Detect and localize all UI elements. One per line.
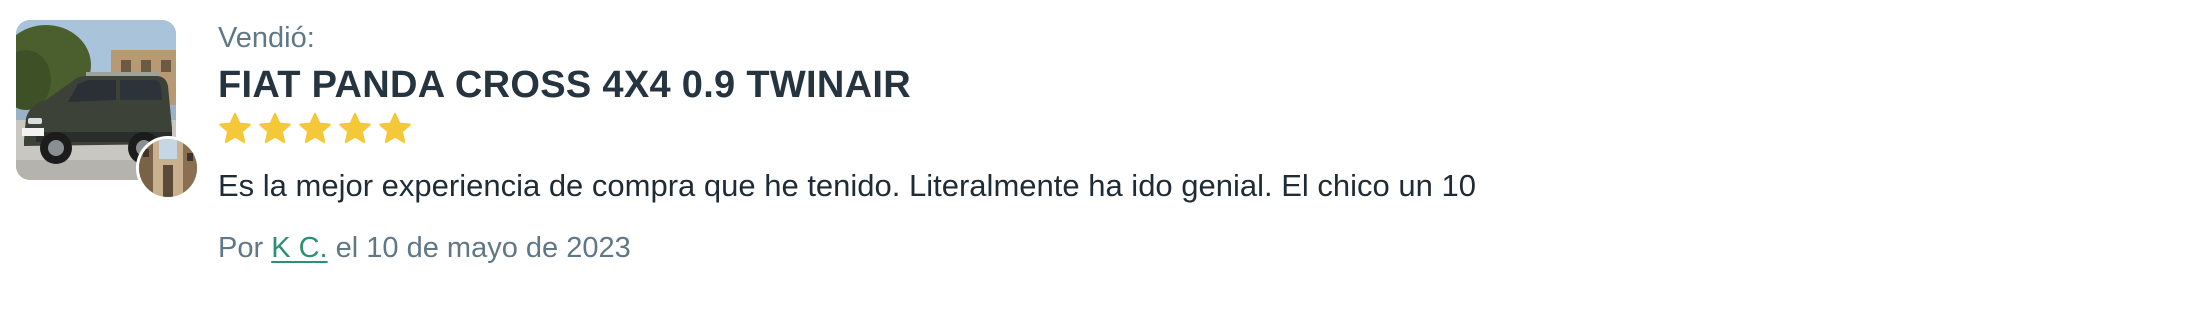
author-link[interactable]: K C. xyxy=(271,232,327,264)
byline-prefix: Por xyxy=(218,232,264,264)
star-icon xyxy=(258,112,292,146)
review-content: Vendió: FIAT PANDA CROSS 4X4 0.9 TWINAIR… xyxy=(218,18,2174,268)
review-card: Vendió: FIAT PANDA CROSS 4X4 0.9 TWINAIR… xyxy=(0,0,2194,312)
star-rating xyxy=(218,112,2174,148)
sold-label: Vendió: xyxy=(218,22,315,54)
review-comment: Es la mejor experiencia de compra que he… xyxy=(218,168,1476,203)
star-icon xyxy=(298,112,332,146)
star-icon xyxy=(218,112,252,146)
star-icon xyxy=(338,112,372,146)
seller-avatar[interactable] xyxy=(136,136,200,200)
car-title[interactable]: FIAT PANDA CROSS 4X4 0.9 TWINAIR xyxy=(218,62,2174,108)
review-byline: Por K C. el 10 de mayo de 2023 xyxy=(218,228,2174,268)
star-icon xyxy=(378,112,412,146)
review-thumbnail xyxy=(16,20,202,206)
review-date: el 10 de mayo de 2023 xyxy=(335,232,631,264)
